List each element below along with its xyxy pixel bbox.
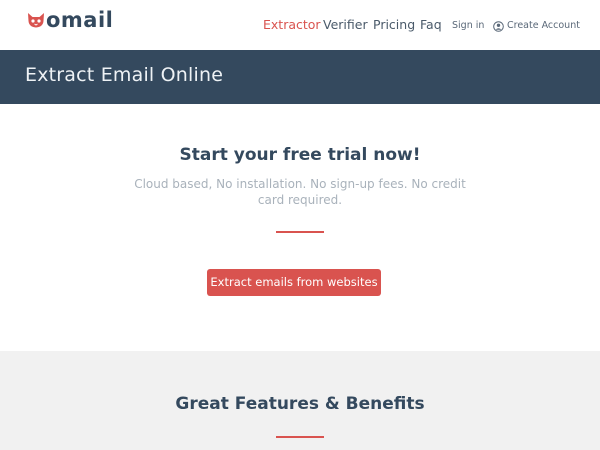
nav-link-extractor[interactable]: Extractor (263, 16, 321, 34)
features-divider (276, 436, 324, 438)
nav-link-pricing[interactable]: Pricing (373, 16, 415, 34)
features-section: Great Features & Benefits (0, 351, 600, 450)
hero-divider (276, 231, 324, 233)
extract-emails-button[interactable]: Extract emails from websites (207, 269, 381, 296)
hero-section: Start your free trial now! Cloud based, … (0, 104, 600, 351)
main-nav: Extractor Verifier Pricing Faq Sign in C… (0, 16, 600, 34)
user-circle-icon (493, 20, 504, 32)
top-navbar: omail Extractor Verifier Pricing Faq Sig… (0, 0, 600, 50)
hero-subtitle: Cloud based, No installation. No sign-up… (134, 177, 466, 207)
nav-link-verifier[interactable]: Verifier (323, 16, 368, 34)
create-account-link[interactable]: Create Account (493, 17, 580, 35)
hero-title: Start your free trial now! (179, 145, 421, 165)
sign-in-link[interactable]: Sign in (452, 17, 484, 35)
nav-link-faq[interactable]: Faq (420, 16, 442, 34)
features-title: Great Features & Benefits (175, 394, 425, 414)
create-account-label: Create Account (507, 20, 580, 31)
page-banner: Extract Email Online (0, 50, 600, 104)
page-title: Extract Email Online (25, 64, 224, 86)
